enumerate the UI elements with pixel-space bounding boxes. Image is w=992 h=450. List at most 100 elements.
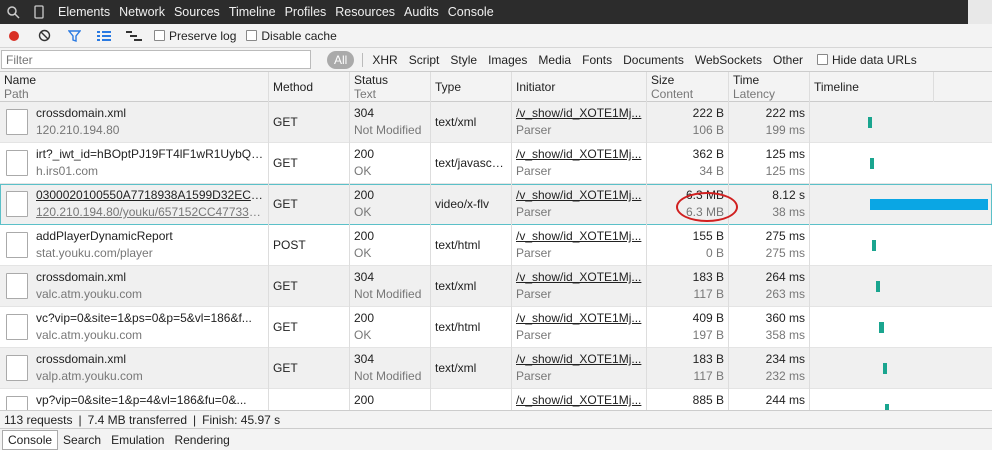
filter-icon <box>67 29 81 42</box>
col-timeline-header[interactable]: Timeline <box>810 72 934 102</box>
mime-type: video/x-flv <box>435 197 490 211</box>
filter-media[interactable]: Media <box>538 53 571 67</box>
size-cell: 222 B 106 B <box>647 102 729 143</box>
initiator-link[interactable]: /v_show/id_XOTE1Mj... <box>516 147 642 161</box>
table-row[interactable]: irt?_iwt_id=hBOptPJ19FT4lF1wR1UybQA... h… <box>0 143 992 184</box>
preserve-log-box[interactable] <box>154 30 165 41</box>
initiator-link[interactable]: /v_show/id_XOTE1Mj... <box>516 352 642 366</box>
device-mode-icon[interactable] <box>30 3 48 21</box>
table-row[interactable]: vc?vip=0&site=1&ps=0&p=5&vl=186&f... val… <box>0 307 992 348</box>
col-initiator-header[interactable]: Initiator <box>512 72 647 102</box>
name-cell[interactable]: vc?vip=0&site=1&ps=0&p=5&vl=186&f... val… <box>0 307 269 348</box>
initiator-type: Parser <box>516 369 552 383</box>
time-cell: 275 ms 275 ms <box>729 225 810 266</box>
type-cell <box>431 389 512 410</box>
drawer-tab-search[interactable]: Search <box>58 430 106 450</box>
status-cell: 200 OK <box>350 225 431 266</box>
large-rows-button[interactable] <box>94 26 114 46</box>
filter-toggle-button[interactable] <box>64 26 84 46</box>
name-cell[interactable]: 0300020100550A7718938A1599D32ECEE... 120… <box>0 184 269 225</box>
drawer-tab-emulation[interactable]: Emulation <box>106 430 169 450</box>
table-row[interactable]: crossdomain.xml valc.atm.youku.com GET 3… <box>0 266 992 307</box>
initiator-link[interactable]: /v_show/id_XOTE1Mj... <box>516 229 642 243</box>
initiator-link[interactable]: /v_show/id_XOTE1Mj... <box>516 106 642 120</box>
tab-network[interactable]: Network <box>119 5 165 19</box>
filter-style[interactable]: Style <box>450 53 477 67</box>
size-cell: 155 B 0 B <box>647 225 729 266</box>
filter-images[interactable]: Images <box>488 53 527 67</box>
drawer-tab-rendering[interactable]: Rendering <box>169 430 234 450</box>
request-name: crossdomain.xml <box>36 106 127 120</box>
transfer-size: 885 B <box>692 393 724 407</box>
size-cell: 885 B <box>647 389 729 410</box>
col-method-header[interactable]: Method <box>269 72 350 102</box>
table-row[interactable]: crossdomain.xml valp.atm.youku.com GET 3… <box>0 348 992 389</box>
disable-cache-checkbox[interactable]: Disable cache <box>246 29 337 43</box>
hide-data-urls-checkbox[interactable]: Hide data URLs <box>817 53 917 67</box>
filter-xhr[interactable]: XHR <box>372 53 397 67</box>
filter-all-button[interactable]: All <box>327 50 355 69</box>
col-size-label: Size <box>651 73 675 87</box>
tab-audits[interactable]: Audits <box>404 5 439 19</box>
name-cell[interactable]: crossdomain.xml valp.atm.youku.com <box>0 348 269 389</box>
table-row[interactable]: crossdomain.xml 120.210.194.80 GET 304 N… <box>0 102 992 143</box>
status-text: Not Modified <box>354 123 422 137</box>
filter-websockets[interactable]: WebSockets <box>695 53 762 67</box>
disable-cache-box[interactable] <box>246 30 258 41</box>
filter-fonts[interactable]: Fonts <box>582 53 612 67</box>
name-cell[interactable]: addPlayerDynamicReport stat.youku.com/pl… <box>0 225 269 266</box>
type-cell: text/html <box>431 307 512 348</box>
hide-data-urls-box[interactable] <box>817 54 828 65</box>
initiator-link[interactable]: /v_show/id_XOTE1Mj... <box>516 270 642 284</box>
timeline-bar <box>870 158 874 169</box>
time-cell: 360 ms 358 ms <box>729 307 810 348</box>
inspect-icon[interactable] <box>4 3 22 21</box>
file-icon <box>6 150 28 176</box>
tab-timeline[interactable]: Timeline <box>229 5 276 19</box>
name-cell[interactable]: irt?_iwt_id=hBOptPJ19FT4lF1wR1UybQA... h… <box>0 143 269 184</box>
name-cell[interactable]: crossdomain.xml 120.210.194.80 <box>0 102 269 143</box>
table-row[interactable]: addPlayerDynamicReport stat.youku.com/pl… <box>0 225 992 266</box>
filter-other[interactable]: Other <box>773 53 803 67</box>
filter-input[interactable] <box>1 50 311 69</box>
col-type-header[interactable]: Type <box>431 72 512 102</box>
clear-button[interactable] <box>34 26 54 46</box>
initiator-cell: /v_show/id_XOTE1Mj... Parser <box>512 143 647 184</box>
preserve-log-checkbox[interactable]: Preserve log <box>154 29 236 43</box>
tab-sources[interactable]: Sources <box>174 5 220 19</box>
col-size-header[interactable]: Size Content <box>647 72 729 102</box>
tab-console[interactable]: Console <box>448 5 494 19</box>
overview-button[interactable] <box>124 26 144 46</box>
col-status-header[interactable]: Status Text <box>350 72 431 102</box>
file-icon <box>6 355 28 381</box>
col-time-header[interactable]: Time Latency <box>729 72 810 102</box>
mime-type: text/html <box>435 320 481 334</box>
tab-profiles[interactable]: Profiles <box>285 5 327 19</box>
initiator-link[interactable]: /v_show/id_XOTE1Mj... <box>516 311 642 325</box>
size-cell: 183 B 117 B <box>647 266 729 307</box>
tab-elements[interactable]: Elements <box>58 5 110 19</box>
status-code: 304 <box>354 352 375 366</box>
waterfall-icon <box>126 30 142 41</box>
content-size: 117 B <box>693 287 724 301</box>
status-text: Not Modified <box>354 287 422 301</box>
timeline-cell <box>810 225 992 266</box>
name-cell[interactable]: crossdomain.xml valc.atm.youku.com <box>0 266 269 307</box>
filter-documents[interactable]: Documents <box>623 53 684 67</box>
initiator-cell: /v_show/id_XOTE1Mj... Parser <box>512 184 647 225</box>
table-row[interactable]: vp?vip=0&site=1&p=4&vl=186&fu=0&... 200 … <box>0 389 992 410</box>
initiator-type: Parser <box>516 246 552 260</box>
drawer-tab-console[interactable]: Console <box>2 429 59 450</box>
request-method: GET <box>273 279 298 293</box>
initiator-link[interactable]: /v_show/id_XOTE1Mj... <box>516 393 642 407</box>
tab-resources[interactable]: Resources <box>335 5 395 19</box>
initiator-link[interactable]: /v_show/id_XOTE1Mj... <box>516 188 642 202</box>
filter-script[interactable]: Script <box>409 53 440 67</box>
col-name-header[interactable]: Name Path <box>0 72 269 102</box>
initiator-type: Parser <box>516 164 552 178</box>
record-button[interactable] <box>4 26 24 46</box>
name-cell[interactable]: vp?vip=0&site=1&p=4&vl=186&fu=0&... <box>0 389 269 410</box>
drawer-tab-bar: Console Search Emulation Rendering <box>0 428 992 450</box>
table-row[interactable]: 0300020100550A7718938A1599D32ECEE... 120… <box>0 184 992 225</box>
time-cell: 234 ms 232 ms <box>729 348 810 389</box>
